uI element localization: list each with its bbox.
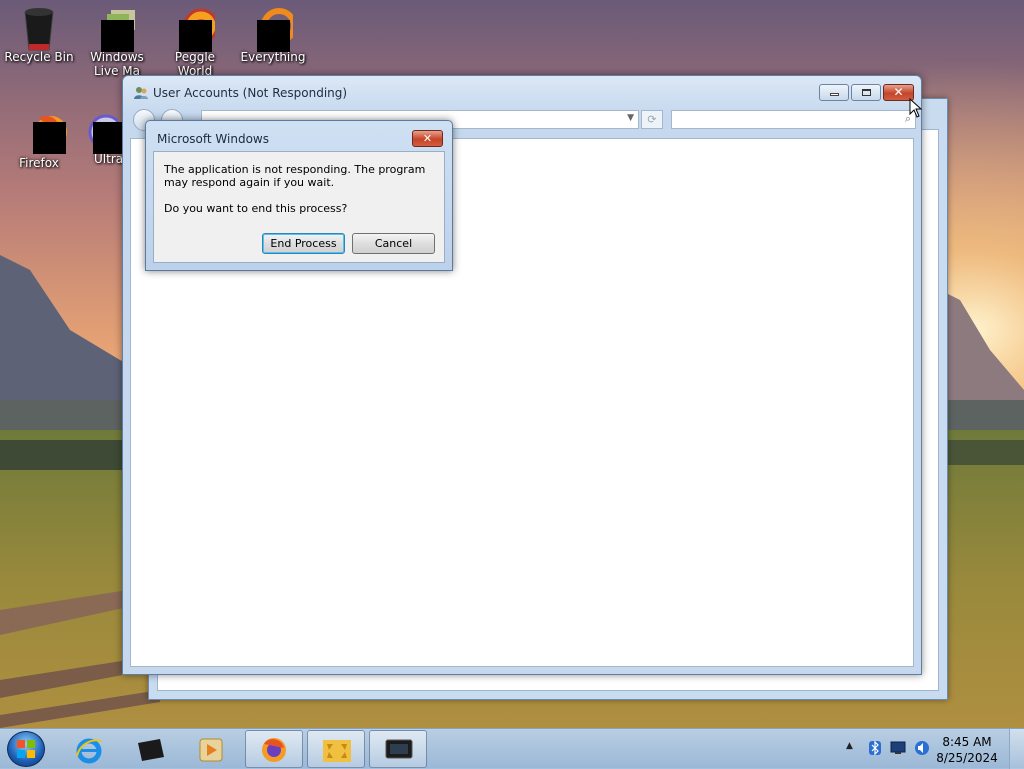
window-title: User Accounts (Not Responding) [153, 86, 348, 100]
desktop-icon-everything[interactable]: Everything [234, 6, 312, 64]
desktop-icon-recycle-bin[interactable]: Recycle Bin [0, 6, 78, 64]
dialog-title: Microsoft Windows [157, 132, 269, 146]
maximize-button[interactable] [851, 84, 881, 101]
folder-arrows-icon [321, 736, 353, 767]
clock-time: 8:45 AM [942, 735, 992, 749]
minimize-button[interactable] [819, 84, 849, 101]
start-button[interactable] [7, 731, 45, 767]
taskbar-clock[interactable]: 8:45 AM 8/25/2024 [932, 734, 1002, 766]
dialog-message: The application is not responding. The p… [164, 163, 426, 189]
dialog-close-button[interactable]: ✕ [412, 130, 443, 147]
peggle-world-icon [175, 6, 219, 52]
window-caption-buttons: ✕ [819, 84, 914, 101]
desktop-icon-label: Recycle Bin [4, 50, 74, 64]
maximize-icon [862, 89, 871, 96]
desktop-icon-label: Firefox [19, 156, 59, 170]
chevron-down-icon[interactable]: ▼ [627, 113, 634, 123]
dialog-body: The application is not responding. The p… [153, 151, 445, 263]
dialog-question: Do you want to end this process? [164, 202, 348, 215]
taskbar-monitor[interactable] [369, 730, 427, 768]
taskbar-media-player[interactable] [182, 730, 240, 768]
taskbar-internet-explorer[interactable] [60, 730, 118, 768]
desktop-icon-label: Everything [240, 50, 306, 64]
not-responding-dialog[interactable]: Microsoft Windows ✕ The application is n… [145, 120, 453, 271]
monitor-icon [384, 738, 414, 765]
desktop-icon-peggle-world[interactable]: Peggle World [156, 6, 234, 78]
mouse-cursor-icon [909, 97, 923, 121]
system-tray: ▲ [840, 729, 940, 769]
show-desktop-button[interactable] [1009, 729, 1024, 769]
firefox-icon [19, 112, 67, 154]
close-icon: ✕ [422, 132, 433, 145]
desktop-icon-label: Peggle World [174, 50, 216, 78]
network-icon[interactable] [890, 741, 906, 758]
volume-icon[interactable] [914, 740, 930, 759]
end-process-button[interactable]: End Process [262, 233, 345, 254]
windows-logo-icon [17, 740, 35, 758]
user-accounts-icon [133, 85, 149, 104]
cancel-button[interactable]: Cancel [352, 233, 435, 254]
clock-date: 8/25/2024 [936, 751, 998, 765]
desktop-icon-firefox[interactable]: Firefox [0, 112, 78, 170]
everything-search-icon [253, 6, 297, 52]
bluetooth-icon[interactable] [868, 740, 882, 759]
disc-icon [78, 112, 126, 154]
taskbar-device[interactable] [122, 730, 180, 768]
desktop-icon-ultra[interactable]: Ultral [78, 112, 126, 166]
media-player-icon [198, 737, 224, 766]
desktop-icon-windows-live[interactable]: Windows Live Ma [78, 6, 156, 78]
recycle-bin-icon [19, 6, 59, 51]
minimize-icon [830, 93, 839, 96]
show-hidden-icons-chevron[interactable]: ▲ [846, 741, 853, 751]
taskbar: ▲ 8:45 AM 8/25/2024 [0, 728, 1024, 769]
refresh-button[interactable]: ⟳ [641, 110, 663, 129]
taskbar-firefox[interactable] [245, 730, 303, 768]
windows-live-icon [97, 6, 137, 52]
taskbar-user-accounts[interactable] [307, 730, 365, 768]
desktop-icon-label: Windows Live Ma [90, 50, 144, 78]
firefox-icon [260, 736, 288, 767]
search-input[interactable]: ⌕ [671, 110, 916, 129]
device-icon [136, 737, 166, 766]
refresh-icon: ⟳ [647, 113, 657, 126]
internet-explorer-icon [75, 736, 103, 767]
